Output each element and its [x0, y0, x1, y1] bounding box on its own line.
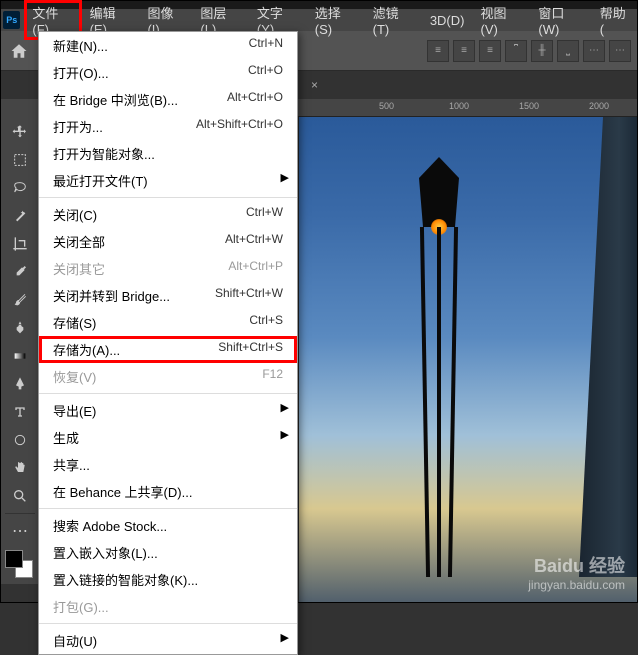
- tools-panel: ⋯: [1, 99, 39, 584]
- submenu-arrow-icon: ▶: [281, 631, 289, 644]
- align-bottom-icon[interactable]: ⎵: [557, 40, 579, 62]
- file-menu-dropdown: 新建(N)...Ctrl+N 打开(O)...Ctrl+O 在 Bridge 中…: [38, 31, 298, 655]
- document-image[interactable]: [299, 117, 637, 602]
- distribute-icon[interactable]: ⋯: [583, 40, 605, 62]
- gradient-tool-icon[interactable]: [5, 343, 35, 369]
- align-center-icon[interactable]: ≡: [453, 40, 475, 62]
- ruler-mark: 500: [379, 101, 394, 111]
- menubar: Ps 文件(F) 编辑(E) 图像(I) 图层(L) 文字(Y) 选择(S) 滤…: [1, 9, 637, 31]
- lasso-tool-icon[interactable]: [5, 175, 35, 201]
- ruler-mark: 1500: [519, 101, 539, 111]
- type-tool-icon[interactable]: [5, 399, 35, 425]
- wand-tool-icon[interactable]: [5, 203, 35, 229]
- menu-item-close-bridge[interactable]: 关闭并转到 Bridge...Shift+Ctrl+W: [39, 282, 297, 309]
- menu-item-share[interactable]: 共享...: [39, 451, 297, 478]
- menu-view[interactable]: 视图(V): [472, 1, 530, 39]
- zoom-tool-icon[interactable]: [5, 483, 35, 509]
- menu-item-close[interactable]: 关闭(C)Ctrl+W: [39, 201, 297, 228]
- crop-tool-icon[interactable]: [5, 231, 35, 257]
- tool-separator: [5, 513, 35, 514]
- menu-item-open-smart[interactable]: 打开为智能对象...: [39, 140, 297, 167]
- menu-item-close-all[interactable]: 关闭全部Alt+Ctrl+W: [39, 228, 297, 255]
- hand-tool-icon[interactable]: [5, 455, 35, 481]
- edit-toolbar-icon[interactable]: ⋯: [5, 518, 35, 544]
- menu-separator: [39, 623, 297, 624]
- color-swatches[interactable]: [5, 550, 33, 578]
- menu-item-generate[interactable]: 生成▶: [39, 424, 297, 451]
- menu-separator: [39, 393, 297, 394]
- menu-item-open-as[interactable]: 打开为...Alt+Shift+Ctrl+O: [39, 113, 297, 140]
- menu-item-recent[interactable]: 最近打开文件(T)▶: [39, 167, 297, 194]
- move-tool-icon[interactable]: [5, 119, 35, 145]
- menu-item-browse-bridge[interactable]: 在 Bridge 中浏览(B)...Alt+Ctrl+O: [39, 86, 297, 113]
- align-top-icon[interactable]: ⎴: [505, 40, 527, 62]
- menu-item-place-link[interactable]: 置入链接的智能对象(K)...: [39, 566, 297, 593]
- submenu-arrow-icon: ▶: [281, 428, 289, 441]
- menu-separator: [39, 508, 297, 509]
- menu-item-revert: 恢复(V)F12: [39, 363, 297, 390]
- app-logo: Ps: [3, 11, 20, 29]
- menu-select[interactable]: 选择(S): [307, 1, 365, 39]
- align-vmid-icon[interactable]: ╫: [531, 40, 553, 62]
- menu-3d[interactable]: 3D(D): [422, 11, 473, 30]
- foreground-color-swatch[interactable]: [5, 550, 23, 568]
- submenu-arrow-icon: ▶: [281, 401, 289, 414]
- menu-item-new[interactable]: 新建(N)...Ctrl+N: [39, 32, 297, 59]
- menu-item-package: 打包(G)...: [39, 593, 297, 620]
- ruler-mark: 2000: [589, 101, 609, 111]
- watermark-url: jingyan.baidu.com: [528, 578, 625, 592]
- more-options-icon[interactable]: ⋯: [609, 40, 631, 62]
- eyedropper-tool-icon[interactable]: [5, 259, 35, 285]
- menu-item-adobe-stock[interactable]: 搜索 Adobe Stock...: [39, 512, 297, 539]
- pen-tool-icon[interactable]: [5, 371, 35, 397]
- menu-separator: [39, 197, 297, 198]
- menu-item-export[interactable]: 导出(E)▶: [39, 397, 297, 424]
- menu-item-open[interactable]: 打开(O)...Ctrl+O: [39, 59, 297, 86]
- menu-item-automate[interactable]: 自动(U)▶: [39, 627, 297, 654]
- clone-tool-icon[interactable]: [5, 315, 35, 341]
- menu-item-save-as[interactable]: 存储为(A)...Shift+Ctrl+S: [39, 336, 297, 363]
- menu-item-behance[interactable]: 在 Behance 上共享(D)...: [39, 478, 297, 505]
- menu-item-place-embed[interactable]: 置入嵌入对象(L)...: [39, 539, 297, 566]
- align-right-icon[interactable]: ≡: [479, 40, 501, 62]
- marquee-tool-icon[interactable]: [5, 147, 35, 173]
- watermark: Baidu 经验 jingyan.baidu.com: [528, 552, 625, 592]
- ruler-mark: 1000: [449, 101, 469, 111]
- home-icon[interactable]: [7, 39, 31, 63]
- photo-building: [579, 117, 637, 577]
- menu-help[interactable]: 帮助(: [592, 1, 637, 39]
- brush-tool-icon[interactable]: [5, 287, 35, 313]
- menu-item-close-other: 关闭其它Alt+Ctrl+P: [39, 255, 297, 282]
- menu-window[interactable]: 窗口(W): [530, 1, 591, 39]
- shape-tool-icon[interactable]: [5, 427, 35, 453]
- align-left-icon[interactable]: ≡: [427, 40, 449, 62]
- document-tab[interactable]: ×: [301, 74, 328, 96]
- submenu-arrow-icon: ▶: [281, 171, 289, 184]
- watermark-brand: Baidu 经验: [528, 552, 625, 578]
- menu-item-save[interactable]: 存储(S)Ctrl+S: [39, 309, 297, 336]
- menu-filter[interactable]: 滤镜(T): [365, 1, 422, 39]
- photo-lamp: [419, 157, 459, 577]
